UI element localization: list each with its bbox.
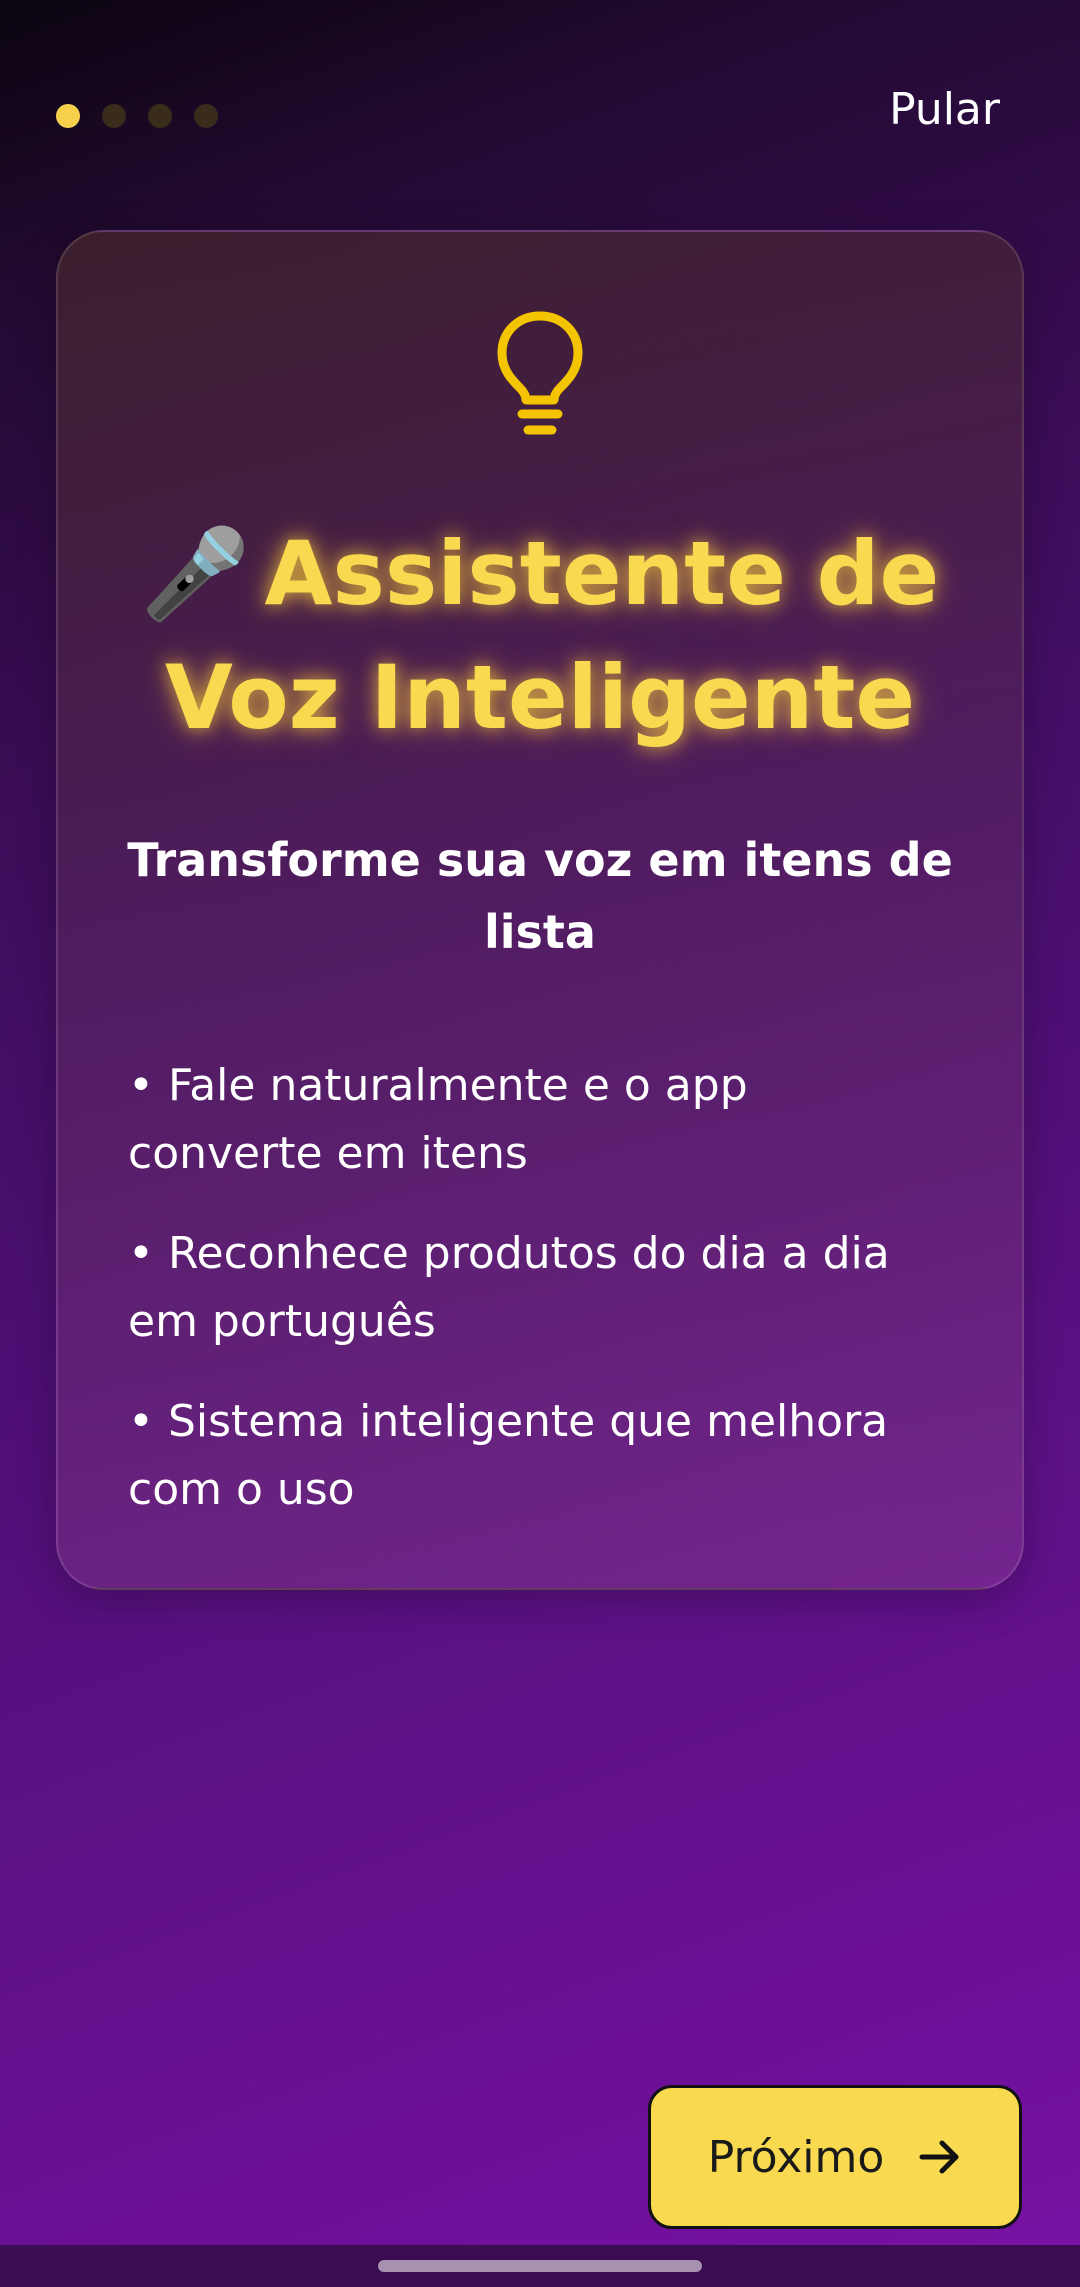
- page-indicator: [56, 104, 218, 128]
- card-title: 🎤 Assistente de Voz Inteligente: [58, 512, 1022, 760]
- feature-item: • Sistema inteligente que melhora com o …: [128, 1396, 889, 1515]
- next-button[interactable]: Próximo: [648, 2085, 1022, 2229]
- onboarding-card: 🎤 Assistente de Voz Inteligente Transform…: [56, 230, 1024, 1590]
- arrow-right-icon: [919, 2140, 959, 2174]
- card-title-text: Assistente de Voz Inteligente: [164, 522, 940, 749]
- home-indicator[interactable]: [378, 2260, 702, 2272]
- page-dot-1: [56, 104, 80, 128]
- feature-item: • Fale naturalmente e o app converte em …: [128, 1060, 748, 1179]
- microphone-icon: 🎤: [140, 522, 251, 625]
- feature-list: • Fale naturalmente e o app converte em …: [128, 1052, 952, 1556]
- feature-item: • Reconhece produtos do dia a dia em por…: [128, 1228, 890, 1347]
- skip-button[interactable]: Pular: [889, 84, 1000, 135]
- page-dot-2: [102, 104, 126, 128]
- card-subtitle: Transforme sua voz em itens de lista: [127, 833, 953, 959]
- lightbulb-icon: [497, 311, 583, 435]
- next-button-label: Próximo: [707, 2131, 885, 2183]
- page-dot-3: [148, 104, 172, 128]
- page-dot-4: [194, 104, 218, 128]
